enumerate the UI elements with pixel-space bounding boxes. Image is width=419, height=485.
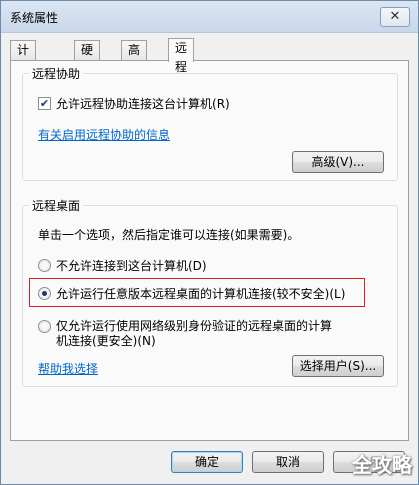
allow-nla-only-label-line1: 仅允许运行使用网络级别身份验证的远程桌面的计算 bbox=[56, 319, 333, 333]
ok-button[interactable]: 确定 bbox=[171, 451, 243, 473]
option-deny-connections[interactable]: 不允许连接到这台计算机(D) bbox=[38, 257, 207, 274]
deny-connections-label: 不允许连接到这台计算机(D) bbox=[56, 259, 207, 273]
remote-assistance-legend: 远程协助 bbox=[32, 67, 81, 81]
help-me-choose-row: 帮助我选择 bbox=[38, 360, 98, 377]
cancel-button[interactable]: 取消 bbox=[252, 451, 324, 473]
system-properties-window: 系统属性 ✕ 计算机名 硬件 高级 远程 远程协助 ✔ 允许远程协助连接这台计算… bbox=[0, 0, 419, 485]
allow-remote-assistance-option[interactable]: ✔ 允许远程协助连接这台计算机 (R) bbox=[38, 95, 230, 112]
allow-remote-assistance-checkbox[interactable]: ✔ bbox=[38, 97, 51, 110]
help-me-choose-link[interactable]: 帮助我选择 bbox=[38, 360, 98, 377]
close-icon[interactable]: ✕ bbox=[380, 7, 410, 27]
tab-remote[interactable]: 远程 bbox=[168, 38, 195, 74]
remote-desktop-instructions: 单击一个选项，然后指定谁可以连接(如果需要)。 bbox=[38, 228, 300, 242]
tab-advanced[interactable]: 高级 bbox=[121, 40, 148, 76]
annotation-highlight-box bbox=[29, 278, 365, 307]
deny-connections-radio[interactable] bbox=[38, 259, 51, 272]
remote-desktop-instructions-row: 单击一个选项，然后指定谁可以连接(如果需要)。 bbox=[38, 226, 299, 243]
option-allow-nla-only[interactable]: 仅允许运行使用网络级别身份验证的远程桌面的计算 机连接(更安全)(N) bbox=[38, 319, 332, 349]
allow-remote-assistance-hotkey: (R) bbox=[212, 96, 230, 111]
remote-tab-panel: 远程协助 ✔ 允许远程协助连接这台计算机 (R) 有关启用远程协助的信息 高级(… bbox=[10, 60, 409, 441]
watermark-logo: 全攻略 bbox=[352, 453, 412, 477]
title-bar: 系统属性 ✕ bbox=[1, 1, 418, 33]
allow-remote-assistance-label: 允许远程协助连接这台计算机 bbox=[56, 97, 213, 111]
remote-assistance-info-link[interactable]: 有关启用远程协助的信息 bbox=[38, 126, 170, 143]
allow-nla-only-radio[interactable] bbox=[38, 320, 51, 333]
select-users-button[interactable]: 选择用户(S)... bbox=[292, 355, 384, 377]
remote-assistance-info-link-row: 有关启用远程协助的信息 bbox=[38, 126, 170, 143]
tab-hardware[interactable]: 硬件 bbox=[74, 40, 101, 76]
tab-computer-name[interactable]: 计算机名 bbox=[10, 40, 37, 114]
advanced-button[interactable]: 高级(V)... bbox=[292, 151, 384, 173]
allow-nla-only-label-line2: 机连接(更安全)(N) bbox=[56, 334, 156, 348]
allow-nla-only-label: 仅允许运行使用网络级别身份验证的远程桌面的计算 机连接(更安全)(N) bbox=[56, 319, 332, 349]
remote-desktop-legend: 远程桌面 bbox=[32, 199, 81, 213]
window-title: 系统属性 bbox=[10, 11, 59, 25]
